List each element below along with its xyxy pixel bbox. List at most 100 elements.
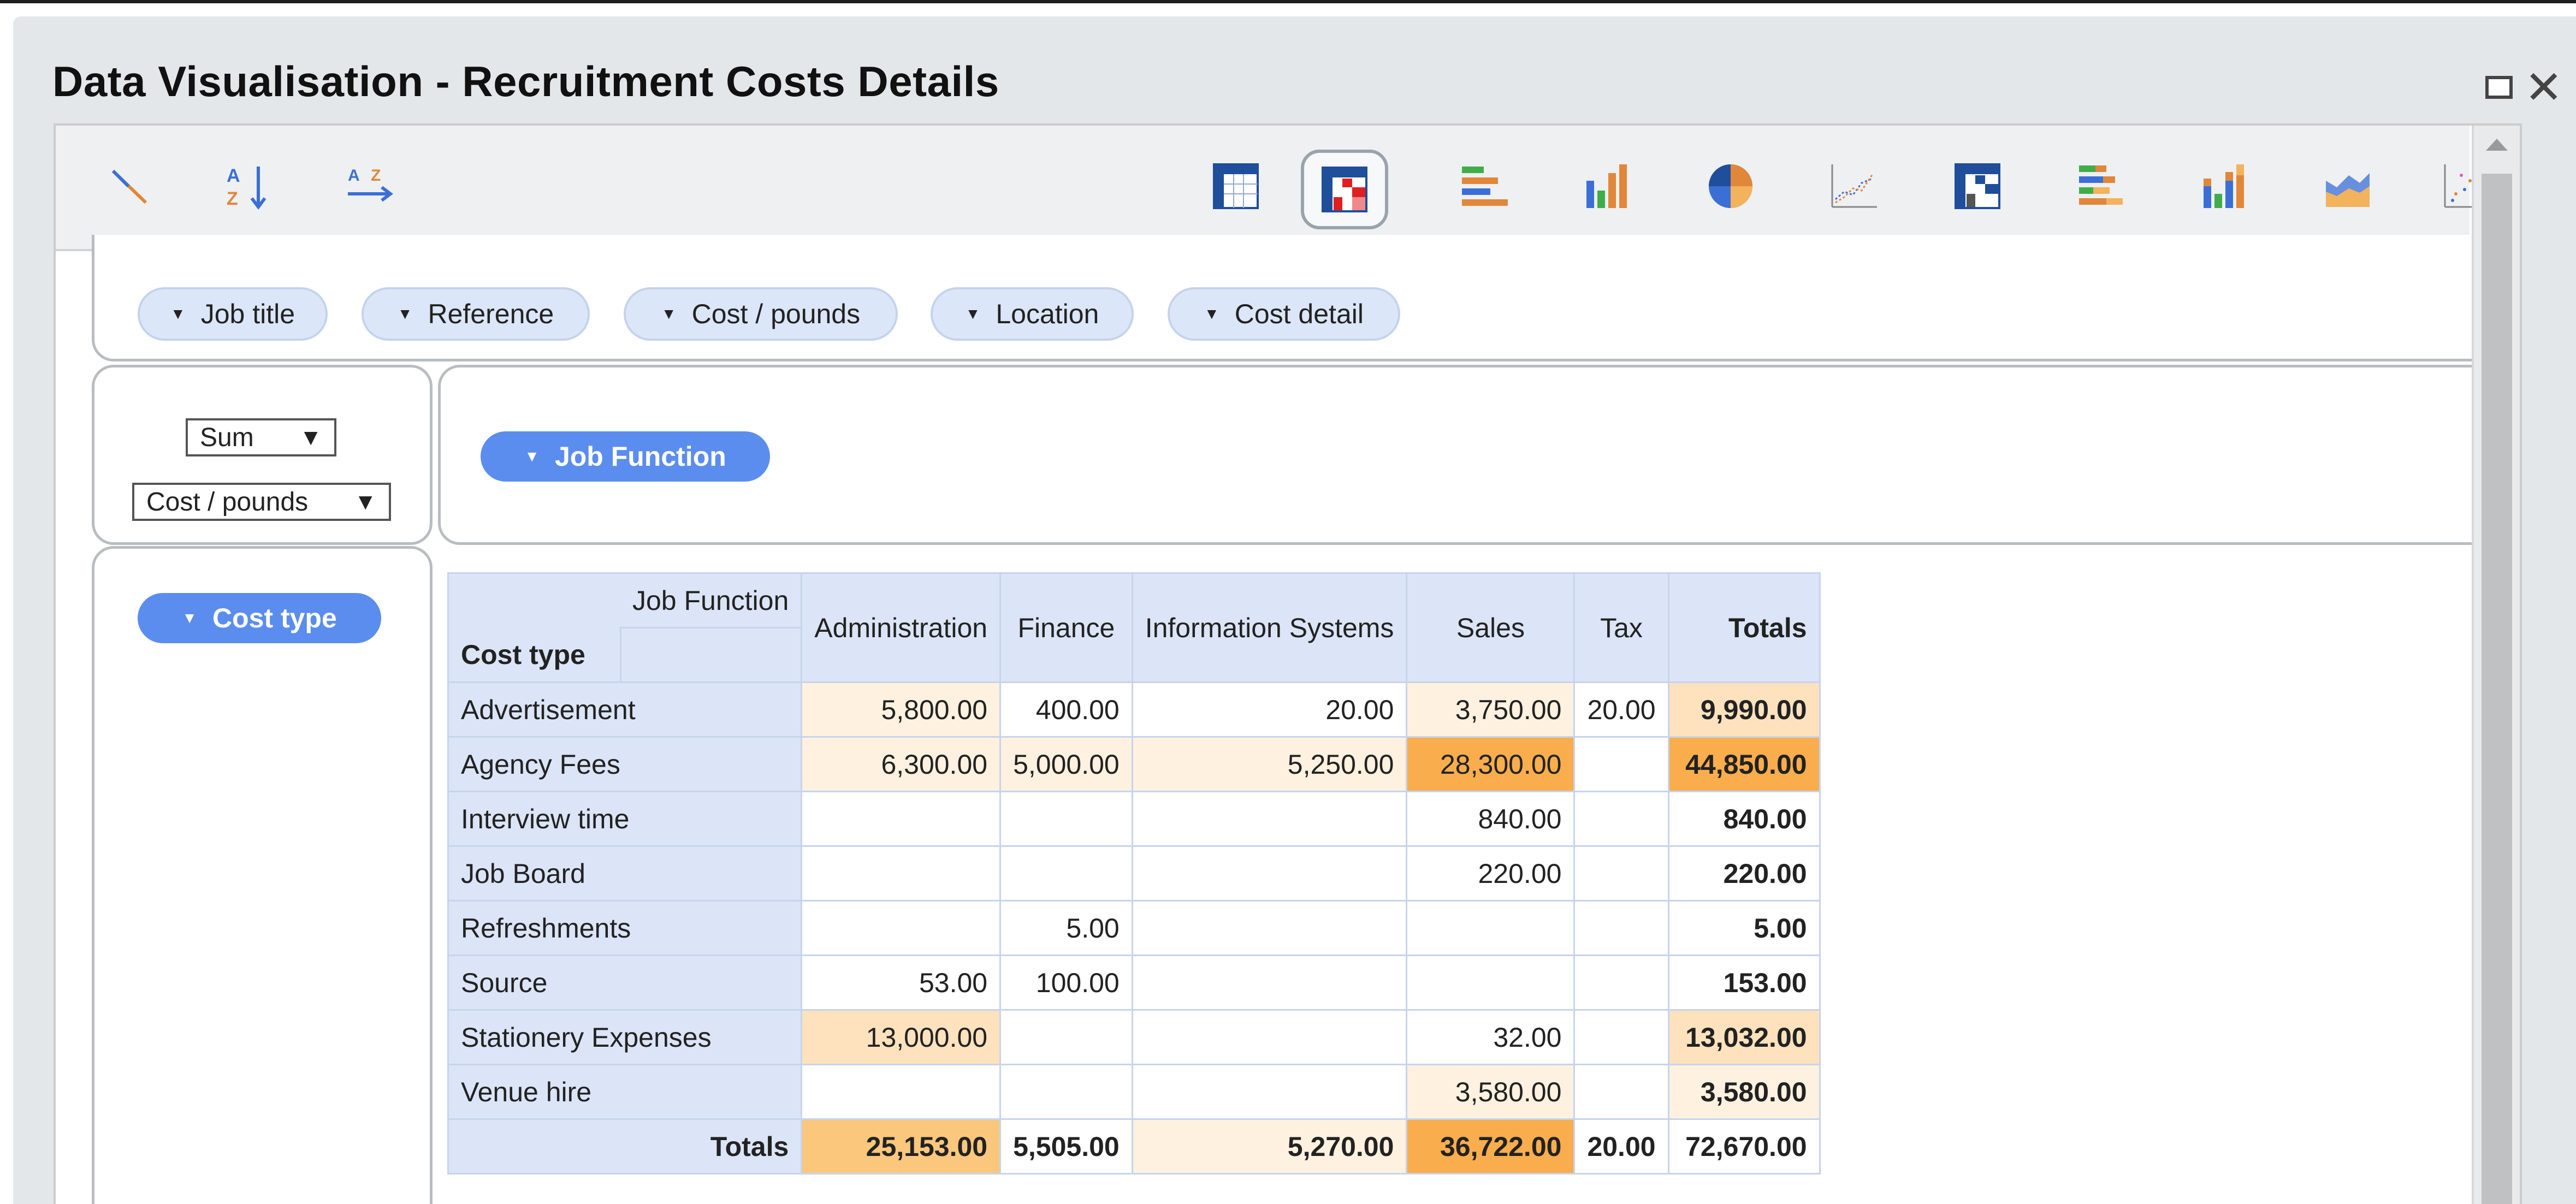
sort-ascending-icon[interactable]: AZ: [220, 156, 280, 216]
aggregation-field-value: Cost / pounds: [146, 487, 309, 517]
filter-pill-cost-detail[interactable]: ▼ Cost detail: [1168, 287, 1400, 341]
triangle-down-icon: ▼: [965, 305, 981, 322]
triangle-down-icon: ▼: [170, 305, 186, 322]
table-row: Refreshments 5.00 5.00: [447, 900, 1821, 956]
row-field-pill[interactable]: ▼ Cost type: [138, 593, 381, 643]
line-chart-icon[interactable]: [1824, 156, 1884, 216]
corner-cell: [619, 627, 803, 683]
filter-pill-location[interactable]: ▼ Location: [931, 287, 1134, 341]
table-cell: 220.00: [1406, 845, 1576, 901]
row-field-label: Cost type: [212, 603, 337, 633]
scroll-up-icon[interactable]: [2486, 139, 2508, 151]
triangle-down-icon: ▼: [1204, 305, 1219, 322]
column-total-cell: 5,270.00: [1131, 1118, 1408, 1175]
aggregation-function-select[interactable]: Sum ▼: [186, 418, 336, 456]
table-cell: [1131, 845, 1408, 901]
table-row: Agency Fees 6,300.00 5,000.00 5,250.00 2…: [447, 736, 1821, 792]
table-cell: 20.00: [1573, 681, 1669, 738]
table-cell: [1573, 736, 1669, 792]
toolbar: AZ AZ: [56, 126, 2490, 251]
heat-grid-icon[interactable]: [1947, 156, 2007, 216]
table-cell: [1406, 954, 1576, 1011]
window-controls: ✕: [2485, 64, 2563, 110]
column-header[interactable]: Finance: [999, 572, 1133, 683]
row-header[interactable]: Job Board: [447, 845, 803, 901]
row-total-cell: 9,990.00: [1667, 681, 1821, 738]
vertical-scrollbar[interactable]: [2472, 126, 2520, 1204]
column-field-label: Job Function: [554, 441, 726, 472]
table-grid-icon[interactable]: [1206, 156, 1266, 216]
totals-row: Totals 25,153.00 5,505.00 5,270.00 36,72…: [447, 1118, 1821, 1175]
filter-pill-reference[interactable]: ▼ Reference: [362, 287, 590, 341]
row-header[interactable]: Advertisement: [447, 681, 803, 738]
maximize-icon[interactable]: [2485, 76, 2513, 99]
dropdown-arrow-icon: ▼: [354, 489, 377, 514]
table-cell: 20.00: [1131, 681, 1408, 738]
table-cell: [1406, 900, 1576, 956]
column-header-totals: Totals: [1667, 572, 1821, 683]
row-header[interactable]: Stationery Expenses: [447, 1009, 803, 1065]
clear-icon[interactable]: [99, 156, 159, 216]
row-header[interactable]: Venue hire: [447, 1064, 803, 1120]
pivot-table: Job Function Administration Finance Info…: [447, 572, 1821, 1175]
stacked-vertical-bar-icon[interactable]: [2194, 156, 2254, 216]
table-cell: [999, 1009, 1133, 1065]
column-header[interactable]: Information Systems: [1131, 572, 1408, 683]
row-total-cell: 3,580.00: [1667, 1064, 1821, 1120]
heatmap-icon[interactable]: [1301, 150, 1388, 229]
row-header[interactable]: Interview time: [447, 791, 803, 847]
corner-row-label: Cost type: [447, 627, 621, 683]
table-cell: 400.00: [999, 681, 1133, 738]
close-icon[interactable]: ✕: [2525, 64, 2563, 110]
aggregation-field-select[interactable]: Cost / pounds ▼: [132, 483, 391, 521]
filter-pill-label: Cost detail: [1234, 299, 1364, 329]
table-row: Venue hire 3,580.00 3,580.00: [447, 1064, 1821, 1120]
svg-text:Z: Z: [227, 188, 238, 209]
table-cell: [801, 791, 1002, 847]
table-cell: 6,300.00: [801, 736, 1002, 792]
table-cell: [1131, 900, 1408, 956]
area-chart-icon[interactable]: [2318, 156, 2378, 216]
aggregation-function-value: Sum: [200, 423, 254, 452]
dialog-window: Data Visualisation - Recruitment Costs D…: [13, 16, 2576, 1204]
pie-chart-icon[interactable]: [1701, 156, 1761, 216]
screen-frame: Data Visualisation - Recruitment Costs D…: [0, 0, 2576, 1204]
pivot-panel: AZ AZ ▼ Job title ▼ Reference ▼ Cost / p…: [54, 123, 2522, 1204]
column-total-cell: 36,722.00: [1406, 1118, 1576, 1175]
table-cell: 3,580.00: [1406, 1064, 1576, 1120]
vertical-bar-icon[interactable]: [1577, 156, 1637, 216]
column-field-pill[interactable]: ▼ Job Function: [481, 431, 770, 482]
row-header[interactable]: Refreshments: [447, 900, 803, 956]
table-cell: 53.00: [801, 954, 1002, 1011]
table-cell: [1131, 954, 1408, 1011]
row-total-cell: 840.00: [1667, 791, 1821, 847]
table-cell: [801, 1064, 1002, 1120]
column-header[interactable]: Tax: [1573, 572, 1669, 683]
table-cell: [1573, 1009, 1669, 1065]
row-fields-zone: [92, 546, 433, 1204]
column-header[interactable]: Administration: [801, 572, 1002, 683]
table-cell: [1573, 954, 1669, 1011]
table-cell: 28,300.00: [1406, 736, 1576, 792]
triangle-down-icon: ▼: [182, 609, 197, 626]
table-cell: [999, 845, 1133, 901]
triangle-down-icon: ▼: [524, 448, 540, 465]
table-cell: [1131, 1009, 1408, 1065]
column-header[interactable]: Sales: [1406, 572, 1576, 683]
triangle-down-icon: ▼: [661, 305, 677, 322]
column-total-cell: 5,505.00: [999, 1118, 1133, 1175]
filter-pill-job-title[interactable]: ▼ Job title: [138, 287, 328, 341]
sort-descending-icon[interactable]: AZ: [340, 156, 400, 216]
corner-col-label: Job Function: [620, 572, 803, 628]
filter-pill-cost-pounds[interactable]: ▼ Cost / pounds: [624, 287, 898, 341]
table-cell: [1131, 791, 1408, 847]
horizontal-bar-icon[interactable]: [1454, 156, 1514, 216]
filter-pill-label: Location: [996, 299, 1099, 329]
table-row: Interview time 840.00 840.00: [447, 791, 1821, 847]
row-header[interactable]: Source: [447, 954, 803, 1011]
column-total-cell: 25,153.00: [801, 1118, 1002, 1175]
row-header[interactable]: Agency Fees: [447, 736, 803, 792]
scrollbar-thumb[interactable]: [2482, 174, 2512, 1204]
table-cell: 5,000.00: [999, 736, 1133, 792]
stacked-horizontal-bar-icon[interactable]: [2071, 156, 2131, 216]
